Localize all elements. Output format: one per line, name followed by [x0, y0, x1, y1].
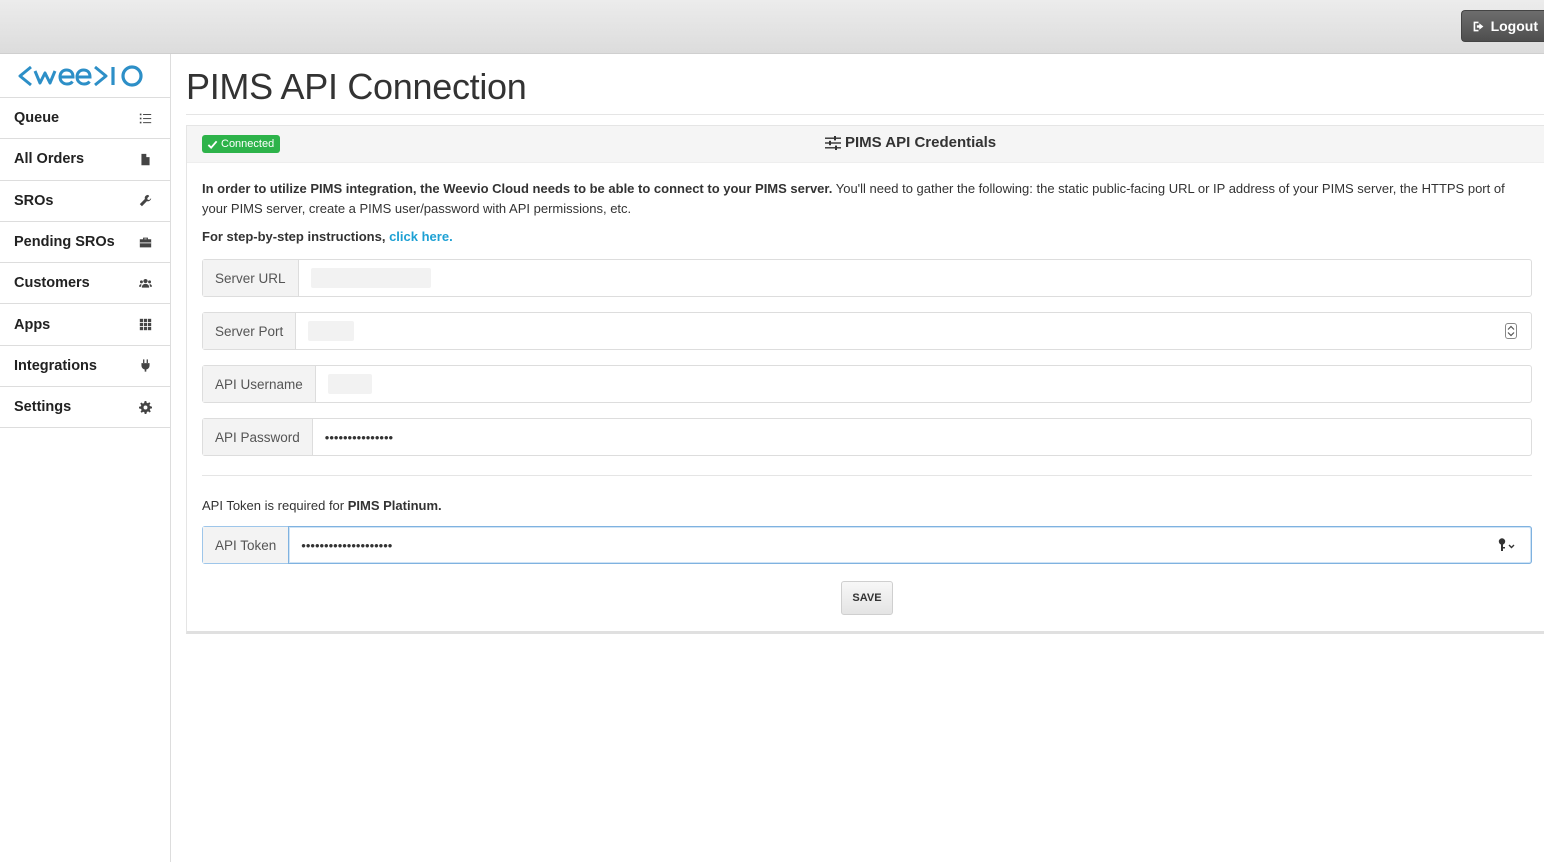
sidebar-item-label: Apps: [14, 316, 51, 333]
number-stepper[interactable]: [1505, 323, 1517, 339]
server-port-input[interactable]: [296, 313, 1531, 349]
api-token-input[interactable]: ••••••••••••••••••••: [288, 526, 1532, 564]
intro-bold: In order to utilize PIMS integration, th…: [202, 181, 833, 196]
server-url-label: Server URL: [203, 260, 299, 296]
api-password-input[interactable]: •••••••••••••••: [313, 419, 1531, 455]
intro-text: In order to utilize PIMS integration, th…: [202, 179, 1532, 219]
logo-mark: [18, 64, 143, 87]
sidebar-item-label: All Orders: [14, 151, 85, 168]
api-password-value: •••••••••••••••: [324, 429, 394, 445]
credentials-panel: Connected PIMS API Credentials In order …: [186, 125, 1544, 634]
users-icon: [139, 278, 152, 288]
briefcase-icon: [139, 237, 152, 247]
sidebar-item-label: Integrations: [14, 357, 97, 374]
wrench-icon: [139, 195, 152, 207]
sidebar-item-integrations[interactable]: Integrations: [0, 346, 170, 388]
api-token-label: API Token: [203, 527, 290, 563]
save-button[interactable]: SAVE: [841, 581, 893, 615]
instructions-prefix: For step-by-step instructions,: [202, 229, 390, 244]
redacted-value: [327, 374, 372, 394]
sidebar-item-customers[interactable]: Customers: [0, 263, 170, 305]
sidebar-item-label: Queue: [14, 110, 60, 127]
chevron-updown-icon: [1507, 325, 1515, 337]
sidebar-item-pending-sros[interactable]: Pending SROs: [0, 222, 170, 264]
api-token-value: ••••••••••••••••••••: [301, 537, 393, 553]
status-badge-label: Connected: [221, 138, 275, 150]
token-note-bold: PIMS Platinum.: [347, 498, 442, 513]
gear-icon: [139, 400, 152, 414]
instructions-link[interactable]: click here.: [389, 229, 453, 244]
panel-title-label: PIMS API Credentials: [845, 134, 997, 151]
server-port-field: Server Port: [202, 312, 1532, 350]
sidebar-item-sros[interactable]: SROs: [0, 181, 170, 222]
sidebar-item-label: Customers: [14, 275, 90, 292]
sidebar-item-label: Settings: [14, 399, 72, 416]
check-icon: [207, 140, 218, 149]
weevio-logo[interactable]: [0, 54, 170, 98]
sliders-icon: [825, 135, 841, 150]
server-url-input[interactable]: [299, 260, 1531, 296]
api-username-input[interactable]: [316, 366, 1531, 402]
api-password-label: API Password: [203, 419, 313, 455]
redacted-value: [310, 268, 431, 288]
plug-icon: [141, 359, 150, 373]
logout-icon: [1473, 21, 1483, 31]
server-url-field: Server URL: [202, 259, 1532, 297]
list-icon: [139, 113, 152, 124]
logout-label: Logout: [1490, 18, 1538, 34]
instructions-text: For step-by-step instructions, click her…: [202, 229, 453, 244]
sidebar-item-all-orders[interactable]: All Orders: [0, 139, 170, 181]
api-password-field: API Password •••••••••••••••: [202, 418, 1532, 456]
title-divider: [186, 114, 1544, 115]
key-icon[interactable]: [1497, 537, 1517, 553]
sidebar-item-settings[interactable]: Settings: [0, 387, 170, 429]
logout-button[interactable]: Logout: [1460, 10, 1544, 42]
top-bar: Logout: [0, 0, 1544, 54]
sidebar-item-apps[interactable]: Apps: [0, 304, 170, 346]
api-token-field: API Token ••••••••••••••••••••: [202, 526, 1532, 564]
redacted-value: [308, 321, 355, 341]
grid-icon: [139, 318, 152, 331]
status-badge: Connected: [202, 135, 281, 153]
api-username-field: API Username: [202, 365, 1532, 403]
panel-header: Connected PIMS API Credentials: [187, 126, 1544, 163]
token-note-prefix: API Token is required for: [202, 498, 348, 513]
section-divider: [202, 475, 1532, 476]
main-content: PIMS API Connection Connected PIMS API C…: [172, 54, 1544, 862]
sidebar-item-label: SROs: [14, 192, 54, 209]
page-title: PIMS API Connection: [186, 66, 527, 107]
server-port-label: Server Port: [203, 313, 297, 349]
token-note: API Token is required for PIMS Platinum.: [202, 498, 442, 513]
api-username-label: API Username: [203, 366, 316, 402]
sidebar-item-queue[interactable]: Queue: [0, 98, 170, 140]
panel-title: PIMS API Credentials: [825, 134, 996, 151]
sidebar: Queue All Orders SROs Pending SROs Custo…: [0, 54, 171, 862]
file-icon: [141, 153, 150, 166]
sidebar-item-label: Pending SROs: [14, 234, 115, 251]
